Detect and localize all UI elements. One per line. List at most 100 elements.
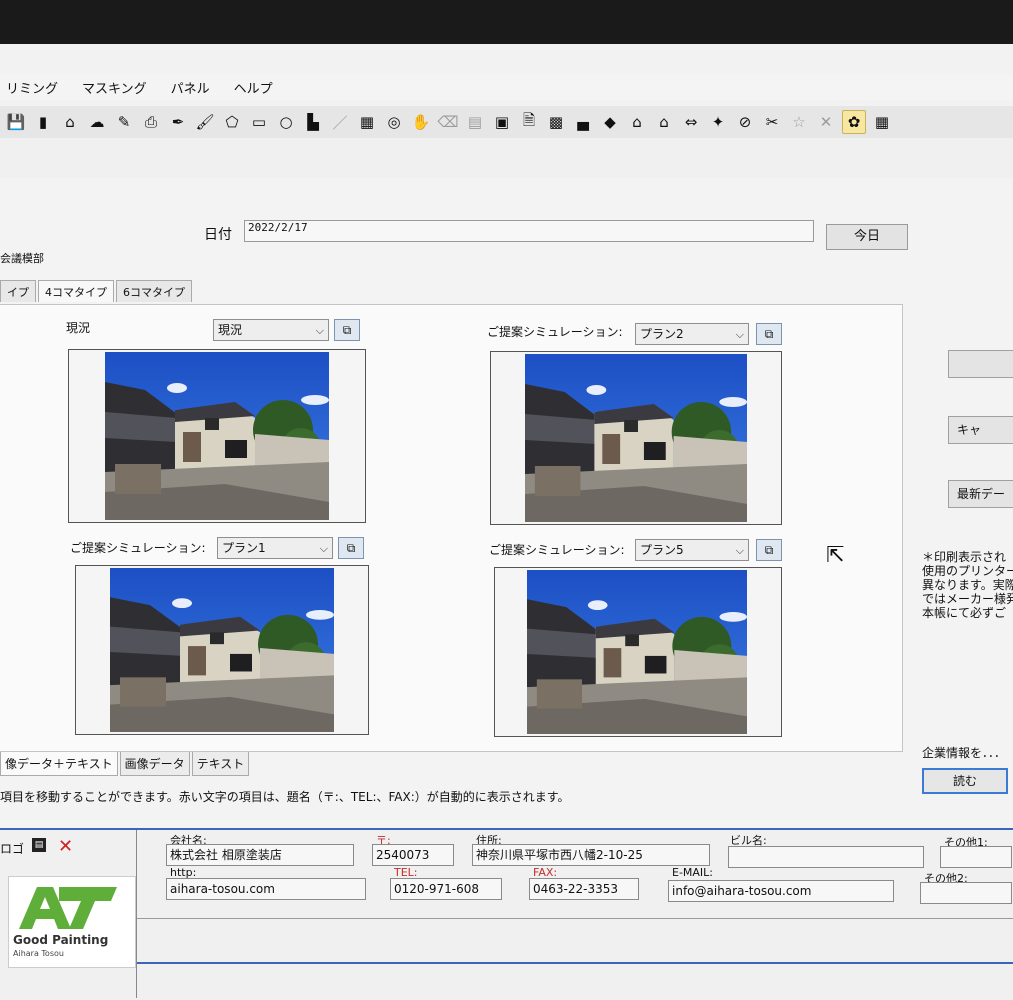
image-pick-icon[interactable]: ⧉	[334, 319, 360, 341]
select-value: プラン1	[222, 541, 266, 555]
target-icon[interactable]: ◎	[383, 111, 405, 133]
right-button-1[interactable]	[948, 350, 1013, 378]
image-pick-icon[interactable]: ⧉	[756, 539, 782, 561]
print-notice: ＊印刷表示され 使用のプリンター 異なります。実際 ではメーカー様発 本帳にて必…	[922, 550, 1013, 620]
latest-data-button[interactable]: 最新デー	[948, 480, 1013, 508]
mouse-cursor-icon: ⇱	[826, 543, 845, 568]
menu-bar: リミング マスキング パネル ヘルプ	[0, 74, 1013, 100]
table-icon[interactable]: ▦	[356, 111, 378, 133]
logo-line2: Aihara Tosou	[13, 949, 64, 958]
polygon-icon[interactable]: ⬠	[221, 111, 243, 133]
date-field[interactable]: 2022/2/17	[244, 220, 814, 242]
tab-text[interactable]: テキスト	[191, 752, 250, 776]
rectangle-icon[interactable]: ▭	[248, 111, 270, 133]
toolbar: 💾 ▮ ⌂ ☁ ✎ ⎙ ✒ 🖌 ⬠ ▭ ○ ▙ ／ ▦ ◎ ✋ ⌫ ▤ ▣ 🗎 ▩ ▄ ◆ ⌂ ⌂ ⇔ ✦ ⊘ ✂ ☆ ✕ ✿ ▦	[0, 106, 1013, 139]
stamp-icon[interactable]: ▄	[572, 111, 594, 133]
panel-select-plan-c[interactable]: プラン5 ⌵	[635, 539, 749, 561]
logo-label: ロゴ	[0, 842, 25, 856]
line-icon[interactable]: ／	[329, 111, 351, 133]
star-icon[interactable]: ☆	[788, 111, 810, 133]
other1-field[interactable]	[940, 846, 1012, 868]
image-frame[interactable]	[68, 349, 366, 523]
four-frame-content: 現況 現況 ⌵ ⧉ ご提案シミュレーション: プラン2 ⌵ ⧉ ご提案シミュレー…	[0, 304, 903, 752]
company-name-field[interactable]: 株式会社 相原塗装店	[166, 844, 354, 866]
app-window: リミング マスキング パネル ヘルプ 💾 ▮ ⌂ ☁ ✎ ⎙ ✒ 🖌 ⬠ ▭ ○ ▙ ／ ▦ ◎ ✋ ⌫ ▤ ▣ 🗎 ▩…	[0, 44, 1013, 1000]
fill-icon[interactable]: ▤	[464, 111, 486, 133]
home-icon[interactable]: ⌂	[59, 111, 81, 133]
image-frame[interactable]	[494, 567, 782, 737]
tab-6-frame[interactable]: 6コマタイプ	[116, 280, 192, 302]
house-photo	[110, 568, 334, 732]
notice-line: ではメーカー様発	[922, 592, 1013, 606]
edit-icon[interactable]: ✎	[113, 111, 135, 133]
panel-label-current: 現況	[66, 321, 91, 335]
tab-type-partial[interactable]: イプ	[0, 280, 36, 302]
chevron-down-icon: ⌵	[735, 328, 744, 341]
document-icon[interactable]: 🗎	[518, 111, 540, 133]
tab-image-data[interactable]: 画像データ	[119, 752, 190, 776]
pushpin-icon[interactable]: ✦	[707, 111, 729, 133]
panel-select-plan-a[interactable]: プラン2 ⌵	[635, 323, 749, 345]
tab-4-frame[interactable]: 4コマタイプ	[38, 280, 114, 302]
fax-field[interactable]: 0463-22-3353	[529, 878, 639, 900]
other2-field[interactable]	[920, 882, 1012, 904]
print-icon[interactable]: ⎙	[140, 111, 162, 133]
pen-icon[interactable]: ✒	[167, 111, 189, 133]
menu-panel[interactable]: パネル	[171, 78, 210, 97]
output-tabs: 像データ＋テキスト 画像データ テキスト	[0, 752, 251, 776]
save-icon[interactable]: 💾	[5, 111, 27, 133]
divider	[137, 962, 1013, 964]
main-panel: 日付 2022/2/17 今日 会議模部 イプ 4コマタイプ 6コマタイプ 現況…	[0, 178, 1013, 1000]
hand-icon[interactable]: ✋	[410, 111, 432, 133]
logo-line1: Good Painting	[13, 933, 109, 947]
image-frame[interactable]	[75, 565, 369, 735]
brush-icon[interactable]: 🖌	[194, 111, 216, 133]
menu-masking[interactable]: マスキング	[82, 78, 147, 97]
tab-image-text[interactable]: 像データ＋テキスト	[0, 752, 118, 776]
menu-help[interactable]: ヘルプ	[234, 78, 273, 97]
scissors-icon[interactable]: ✂	[761, 111, 783, 133]
notice-line: ＊印刷表示され	[922, 550, 1007, 564]
address-field[interactable]: 神奈川県平塚市西八幡2-10-25	[472, 844, 710, 866]
logo-delete-icon[interactable]: ✕	[58, 836, 73, 857]
photo-icon[interactable]: ▩	[545, 111, 567, 133]
ellipse-icon[interactable]: ○	[275, 111, 297, 133]
select-value: 現況	[218, 323, 243, 337]
house-red-icon[interactable]: ⌂	[653, 111, 675, 133]
panel-label-plan-a: ご提案シミュレーション:	[487, 325, 623, 339]
image-frame[interactable]	[490, 351, 782, 525]
cancel-button[interactable]: キャ	[948, 416, 1013, 444]
http-field[interactable]: aihara-tosou.com	[166, 878, 366, 900]
notice-line: 異なります。実際	[922, 578, 1013, 592]
email-field[interactable]: info@aihara-tosou.com	[668, 880, 894, 902]
layer-icon[interactable]: ▙	[302, 111, 324, 133]
read-button[interactable]: 読む	[922, 768, 1008, 794]
toolbar-strip	[0, 138, 1013, 179]
arrows-icon[interactable]: ⇔	[680, 111, 702, 133]
image-pick-icon[interactable]: ⧉	[756, 323, 782, 345]
logo-settings-icon[interactable]: ▤	[32, 838, 46, 852]
logo-header: ロゴ ▤ ✕	[0, 836, 135, 858]
close-icon[interactable]: ✕	[815, 111, 837, 133]
pin-icon[interactable]: ◆	[599, 111, 621, 133]
eraser-icon[interactable]: ⌫	[437, 111, 459, 133]
panel-select-plan-b[interactable]: プラン1 ⌵	[217, 537, 333, 559]
device-icon[interactable]: ▮	[32, 111, 54, 133]
zip-field[interactable]: 2540073	[372, 844, 454, 866]
tel-field[interactable]: 0120-971-608	[390, 878, 502, 900]
notice-line: 使用のプリンター	[922, 564, 1013, 578]
image-icon[interactable]: ▣	[491, 111, 513, 133]
menu-trimming[interactable]: リミング	[6, 78, 58, 97]
date-label: 日付	[204, 227, 232, 243]
chevron-down-icon: ⌵	[735, 544, 744, 557]
panel-select-current[interactable]: 現況 ⌵	[213, 319, 329, 341]
divider	[137, 918, 1013, 919]
house-icon[interactable]: ⌂	[626, 111, 648, 133]
today-button[interactable]: 今日	[826, 224, 908, 250]
building-field[interactable]	[728, 846, 924, 868]
cloud-upload-icon[interactable]: ☁	[86, 111, 108, 133]
image-pick-icon[interactable]: ⧉	[338, 537, 364, 559]
clip-icon[interactable]: ⊘	[734, 111, 756, 133]
grid-icon[interactable]: ▦	[871, 111, 893, 133]
palette-icon[interactable]: ✿	[842, 110, 866, 134]
